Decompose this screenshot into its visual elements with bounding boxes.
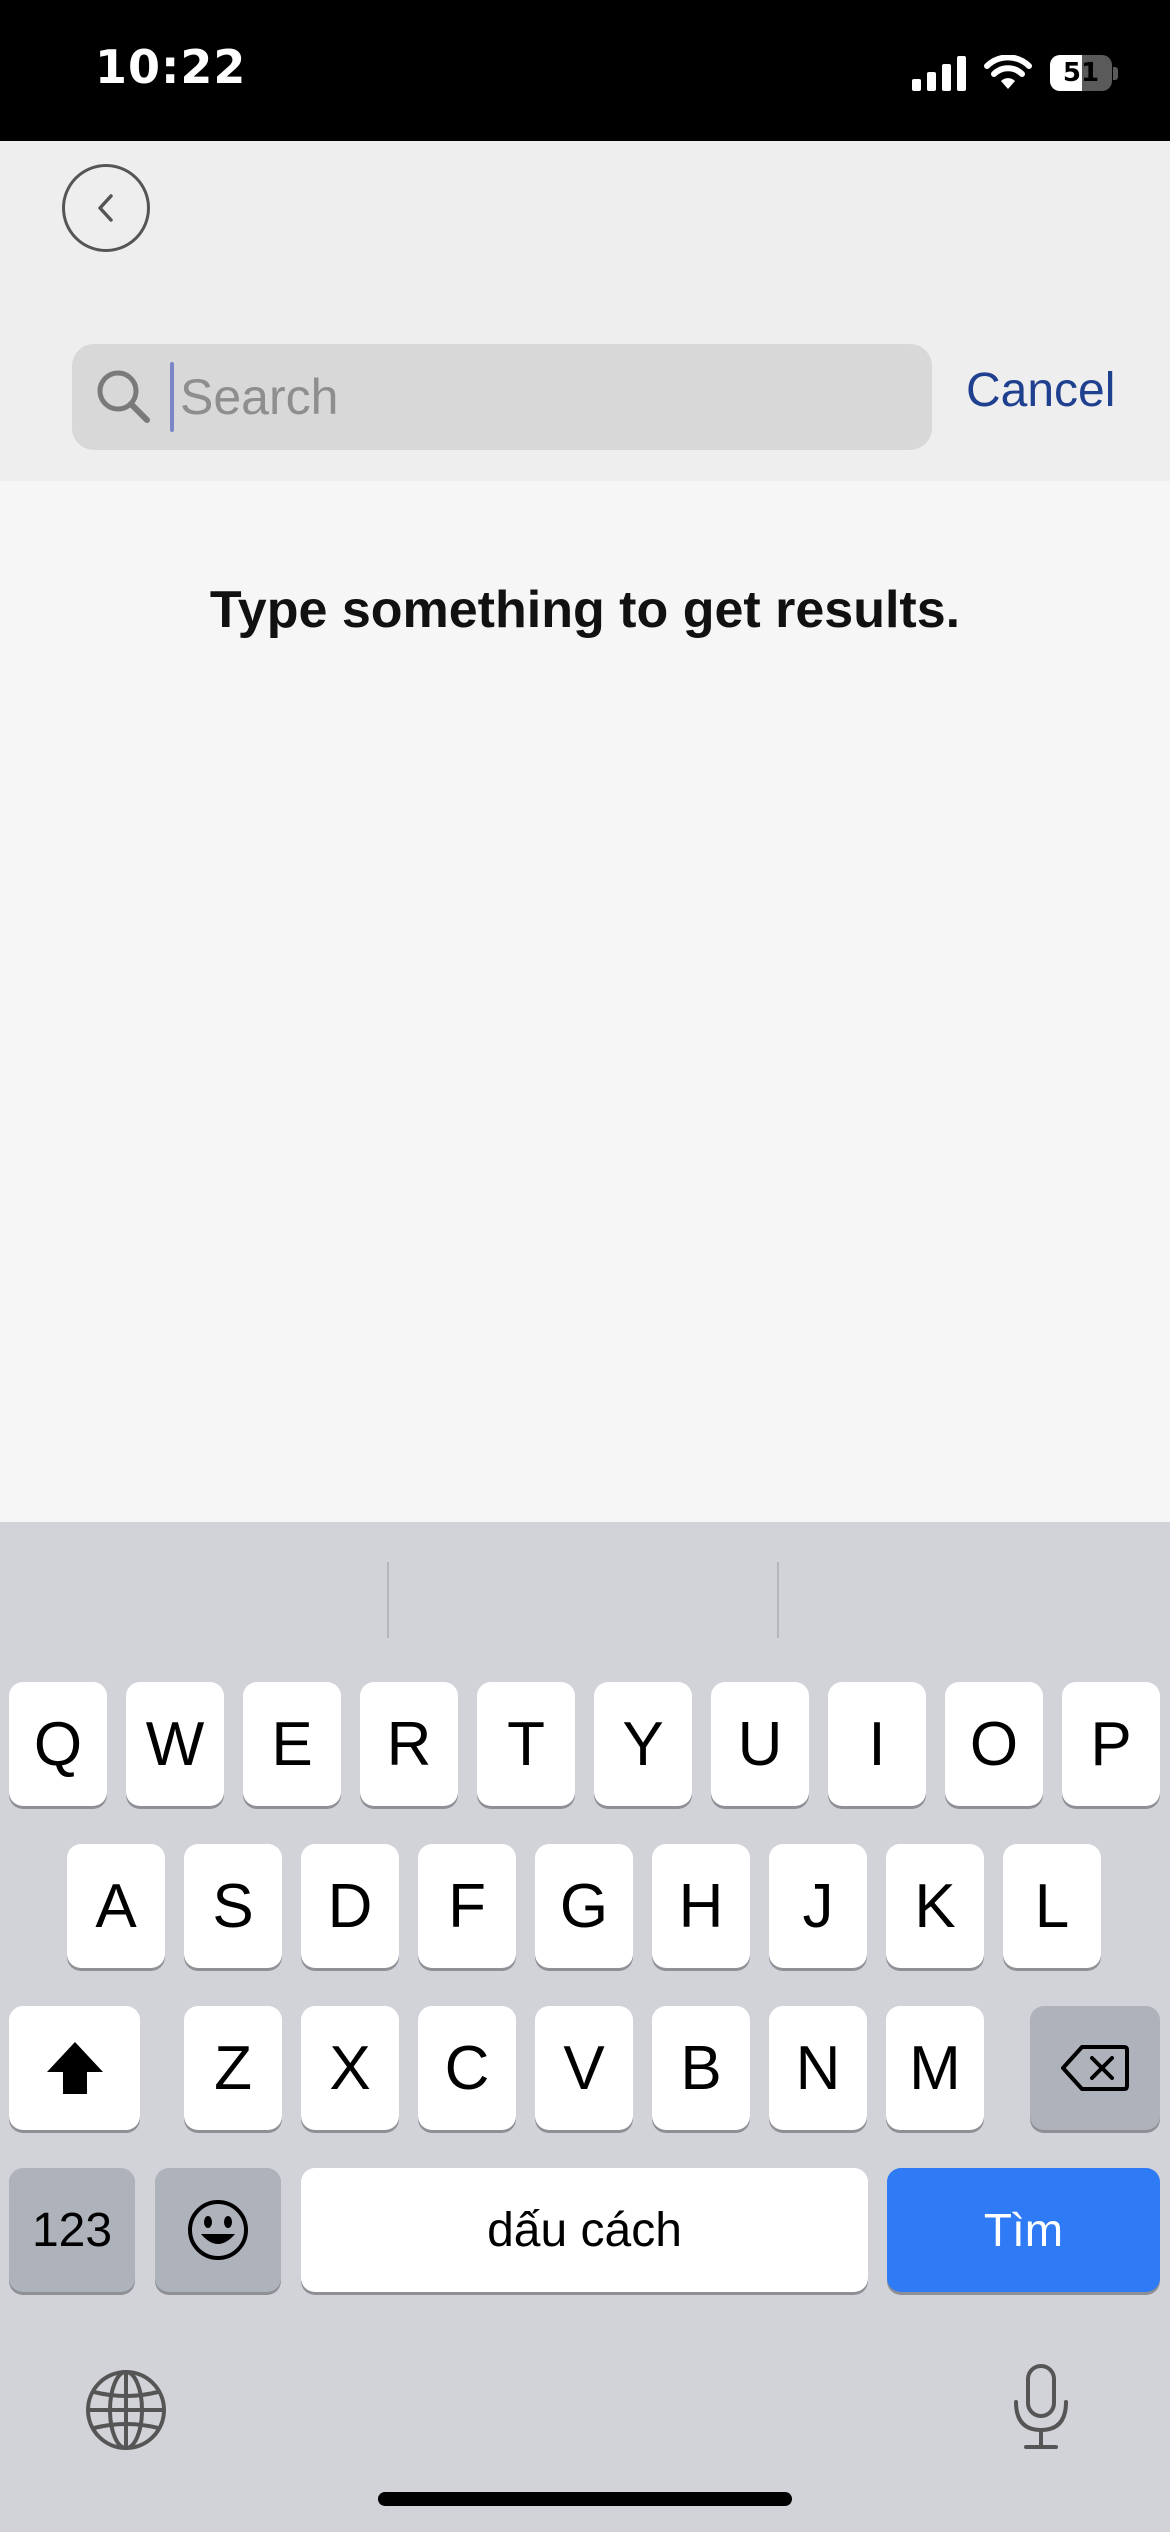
wifi-icon <box>984 55 1032 89</box>
key-l[interactable]: L <box>1003 1844 1101 1968</box>
cancel-button[interactable]: Cancel <box>966 363 1115 418</box>
key-d[interactable]: D <box>301 1844 399 1968</box>
key-v[interactable]: V <box>535 2006 633 2130</box>
search-header: Cancel <box>0 141 1170 481</box>
search-bar[interactable] <box>72 344 932 450</box>
key-g[interactable]: G <box>535 1844 633 1968</box>
key-s[interactable]: S <box>184 1844 282 1968</box>
shift-icon <box>46 2042 103 2094</box>
back-button[interactable] <box>62 164 150 252</box>
key-q[interactable]: Q <box>9 1682 107 1806</box>
search-input[interactable] <box>168 344 920 450</box>
key-b[interactable]: B <box>652 2006 750 2130</box>
microphone-icon[interactable] <box>1008 2362 1074 2452</box>
key-m[interactable]: M <box>886 2006 984 2130</box>
key-u[interactable]: U <box>711 1682 809 1806</box>
status-time: 10:22 <box>95 40 247 94</box>
key-z[interactable]: Z <box>184 2006 282 2130</box>
globe-icon[interactable] <box>84 2368 168 2452</box>
status-bar: 10:22 51 <box>0 0 1170 141</box>
key-y[interactable]: Y <box>594 1682 692 1806</box>
home-indicator[interactable] <box>378 2492 792 2506</box>
search-icon <box>97 370 150 423</box>
empty-state-message: Type something to get results. <box>209 581 961 639</box>
emoji-key[interactable] <box>155 2168 281 2292</box>
key-h[interactable]: H <box>652 1844 750 1968</box>
shift-key[interactable] <box>9 2006 140 2130</box>
key-e[interactable]: E <box>243 1682 341 1806</box>
key-p[interactable]: P <box>1062 1682 1160 1806</box>
keyboard: Q W E R T Y U I O P A S D F G H J K L Z … <box>0 1522 1170 2532</box>
key-r[interactable]: R <box>360 1682 458 1806</box>
backspace-icon <box>1061 2045 1129 2091</box>
key-j[interactable]: J <box>769 1844 867 1968</box>
key-c[interactable]: C <box>418 2006 516 2130</box>
key-o[interactable]: O <box>945 1682 1043 1806</box>
key-a[interactable]: A <box>67 1844 165 1968</box>
suggestion-divider <box>777 1562 779 1638</box>
numbers-key[interactable]: 123 <box>9 2168 135 2292</box>
chevron-left-icon <box>98 194 113 222</box>
key-w[interactable]: W <box>126 1682 224 1806</box>
key-f[interactable]: F <box>418 1844 516 1968</box>
emoji-icon <box>188 2200 248 2260</box>
search-return-key[interactable]: Tìm <box>887 2168 1160 2292</box>
suggestion-divider <box>387 1562 389 1638</box>
key-x[interactable]: X <box>301 2006 399 2130</box>
space-key[interactable]: dấu cách <box>301 2168 868 2292</box>
status-icons: 51 <box>912 50 1118 96</box>
key-t[interactable]: T <box>477 1682 575 1806</box>
key-i[interactable]: I <box>828 1682 926 1806</box>
delete-key[interactable] <box>1030 2006 1160 2130</box>
key-k[interactable]: K <box>886 1844 984 1968</box>
cellular-signal-icon <box>912 55 966 91</box>
battery-icon: 51 <box>1050 55 1118 91</box>
key-n[interactable]: N <box>769 2006 867 2130</box>
battery-level: 51 <box>1062 58 1100 88</box>
